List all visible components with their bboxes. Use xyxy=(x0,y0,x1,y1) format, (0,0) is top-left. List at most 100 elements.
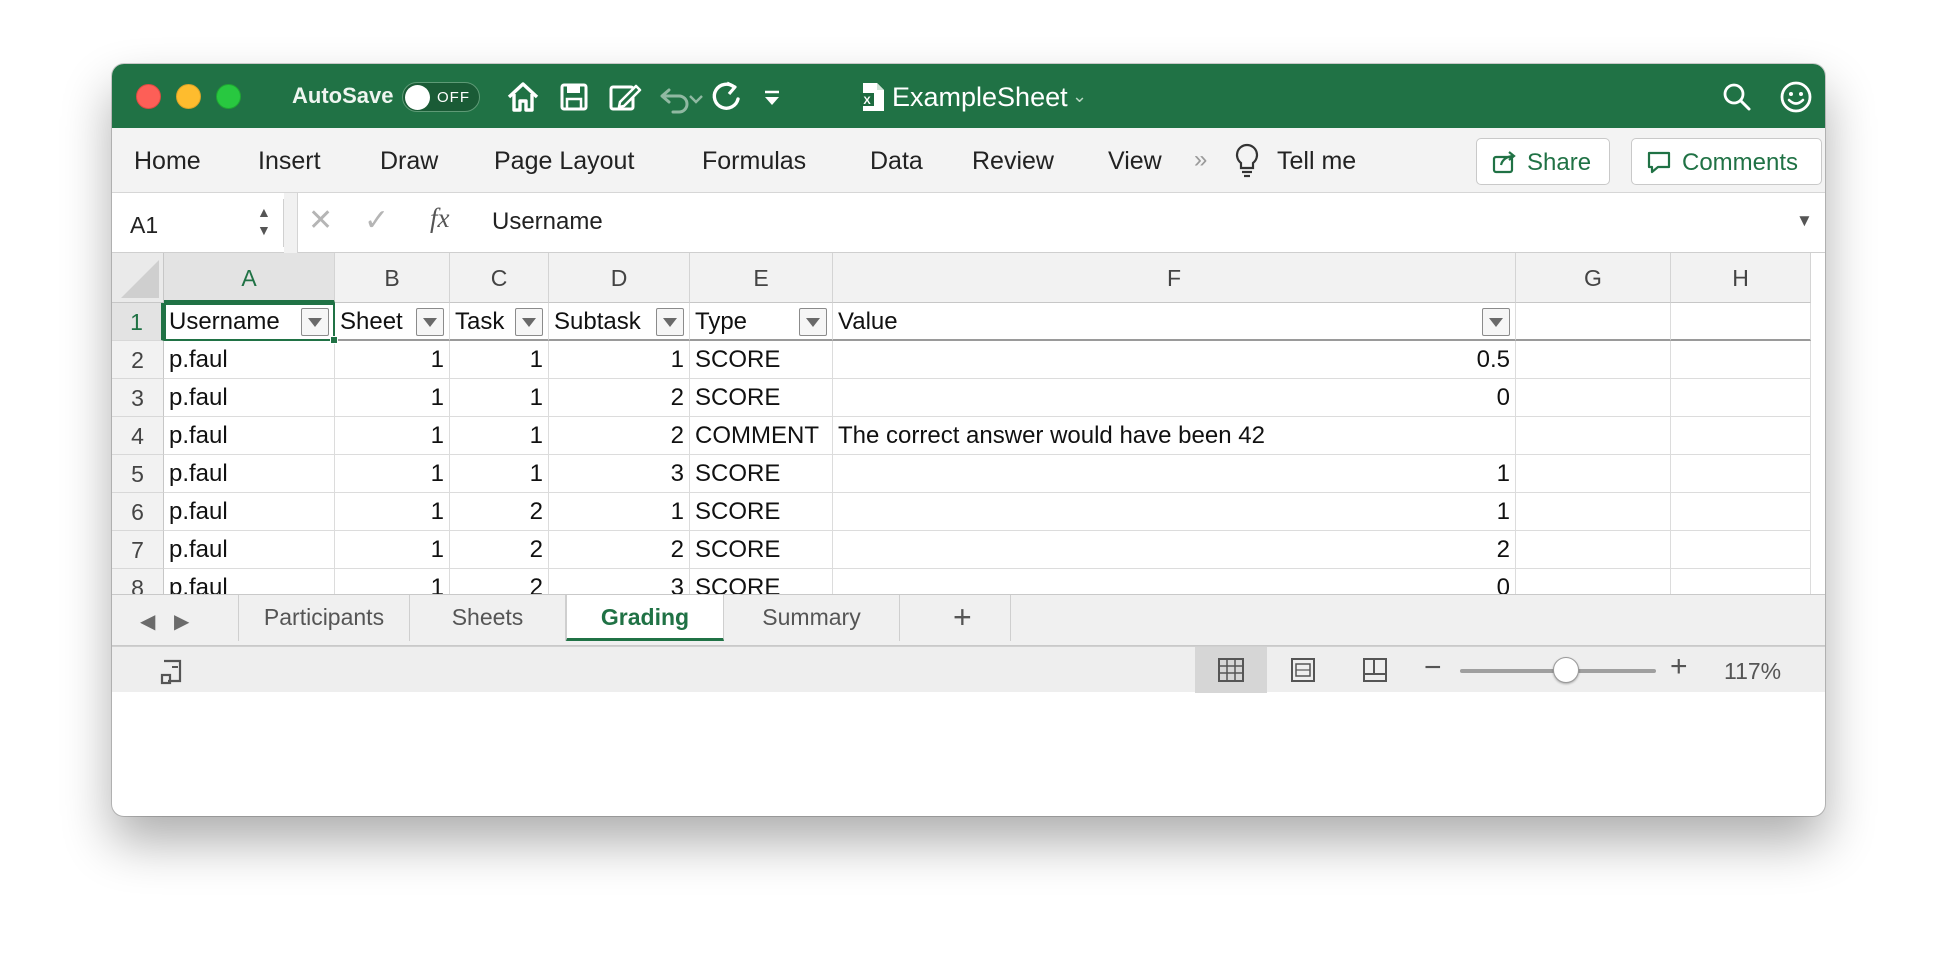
table-cell[interactable]: 0.5 xyxy=(833,341,1516,379)
empty-cell[interactable] xyxy=(1671,455,1811,493)
sheet-tab-grading[interactable]: Grading xyxy=(566,595,724,641)
column-header-b[interactable]: B xyxy=(335,253,450,303)
tab-insert[interactable]: Insert xyxy=(258,147,321,176)
empty-cell[interactable] xyxy=(1671,569,1811,594)
insert-function-icon[interactable]: fx xyxy=(430,203,450,234)
table-cell[interactable]: 1 xyxy=(335,417,450,455)
table-cell[interactable]: p.faul xyxy=(164,531,335,569)
customize-toolbar-icon[interactable] xyxy=(754,78,792,116)
table-cell[interactable]: 1 xyxy=(450,455,549,493)
empty-cell[interactable] xyxy=(1516,341,1671,379)
row-header-6[interactable]: 6 xyxy=(112,493,164,531)
column-header-g[interactable]: G xyxy=(1516,253,1671,303)
header-cell-subtask[interactable]: Subtask xyxy=(549,303,690,341)
empty-cell[interactable] xyxy=(1516,303,1671,341)
table-cell[interactable]: 2 xyxy=(549,531,690,569)
page-break-view-button[interactable] xyxy=(1339,647,1411,693)
table-cell[interactable]: SCORE xyxy=(690,379,833,417)
empty-cell[interactable] xyxy=(1516,569,1671,594)
table-cell[interactable]: 3 xyxy=(549,569,690,594)
table-cell[interactable]: p.faul xyxy=(164,379,335,417)
table-cell[interactable]: 0 xyxy=(833,379,1516,417)
document-title[interactable]: ExampleSheet xyxy=(892,82,1068,113)
name-box-stepper-icon[interactable]: ▲ ▼ xyxy=(257,203,271,239)
table-cell[interactable]: SCORE xyxy=(690,569,833,594)
table-cell[interactable]: SCORE xyxy=(690,531,833,569)
undo-dropdown-chevron-icon[interactable] xyxy=(687,78,705,116)
table-cell[interactable]: p.faul xyxy=(164,341,335,379)
table-cell[interactable]: p.faul xyxy=(164,455,335,493)
table-cell[interactable]: 1 xyxy=(335,379,450,417)
header-cell-task[interactable]: Task xyxy=(450,303,549,341)
table-cell[interactable]: 1 xyxy=(450,417,549,455)
table-cell[interactable]: 2 xyxy=(549,379,690,417)
fill-handle[interactable] xyxy=(330,336,338,344)
table-cell[interactable]: 1 xyxy=(450,341,549,379)
row-header-7[interactable]: 7 xyxy=(112,531,164,569)
table-cell[interactable]: 2 xyxy=(833,531,1516,569)
row-header-2[interactable]: 2 xyxy=(112,341,164,379)
zoom-in-button[interactable]: + xyxy=(1670,650,1688,684)
row-header-5[interactable]: 5 xyxy=(112,455,164,493)
filter-dropdown-icon[interactable] xyxy=(515,308,543,336)
tab-view[interactable]: View xyxy=(1108,147,1162,176)
empty-cell[interactable] xyxy=(1671,341,1811,379)
column-header-f[interactable]: F xyxy=(833,253,1516,303)
tab-formulas[interactable]: Formulas xyxy=(702,147,806,176)
more-tabs-chevron-icon[interactable]: » xyxy=(1194,146,1207,174)
table-cell[interactable]: 1 xyxy=(335,455,450,493)
confirm-check-icon[interactable]: ✓ xyxy=(364,203,389,238)
table-cell[interactable]: 2 xyxy=(549,417,690,455)
header-cell-type[interactable]: Type xyxy=(690,303,833,341)
sheet-tab-sheets[interactable]: Sheets xyxy=(410,595,566,641)
empty-cell[interactable] xyxy=(1516,379,1671,417)
header-cell-value[interactable]: Value xyxy=(833,303,1516,341)
table-cell[interactable]: SCORE xyxy=(690,455,833,493)
tab-data[interactable]: Data xyxy=(870,147,923,176)
minimize-window-button[interactable] xyxy=(176,84,201,109)
table-cell[interactable]: 1 xyxy=(335,341,450,379)
empty-cell[interactable] xyxy=(1671,417,1811,455)
zoom-percentage[interactable]: 117% xyxy=(1724,658,1781,685)
table-cell[interactable]: SCORE xyxy=(690,493,833,531)
row-header-1[interactable]: 1 xyxy=(112,303,164,341)
table-cell[interactable]: SCORE xyxy=(690,341,833,379)
sheet-tab-participants[interactable]: Participants xyxy=(238,595,410,641)
table-cell[interactable]: 2 xyxy=(450,569,549,594)
column-header-c[interactable]: C xyxy=(450,253,549,303)
tab-draw[interactable]: Draw xyxy=(380,147,438,176)
table-cell[interactable]: 1 xyxy=(549,341,690,379)
table-cell[interactable]: 1 xyxy=(450,379,549,417)
comments-button[interactable]: Comments xyxy=(1631,138,1822,185)
column-header-d[interactable]: D xyxy=(549,253,690,303)
smiley-feedback-icon[interactable] xyxy=(1777,78,1815,116)
empty-cell[interactable] xyxy=(1516,531,1671,569)
empty-cell[interactable] xyxy=(1671,379,1811,417)
empty-cell[interactable] xyxy=(1671,531,1811,569)
filter-dropdown-icon[interactable] xyxy=(656,308,684,336)
table-cell[interactable]: 1 xyxy=(335,531,450,569)
tab-review[interactable]: Review xyxy=(972,147,1054,176)
tab-page-layout[interactable]: Page Layout xyxy=(494,147,634,176)
home-icon[interactable] xyxy=(504,78,542,116)
formula-input[interactable]: Username xyxy=(492,208,603,236)
table-cell[interactable]: The correct answer would have been 42 xyxy=(833,417,1516,455)
table-cell[interactable]: 2 xyxy=(450,493,549,531)
table-cell[interactable]: 1 xyxy=(833,493,1516,531)
previous-sheet-arrow-icon[interactable]: ◀ xyxy=(140,609,155,634)
empty-cell[interactable] xyxy=(1516,493,1671,531)
row-header-4[interactable]: 4 xyxy=(112,417,164,455)
table-cell[interactable]: p.faul xyxy=(164,417,335,455)
filter-dropdown-icon[interactable] xyxy=(799,308,827,336)
table-cell[interactable]: 3 xyxy=(549,455,690,493)
sheet-tab-summary[interactable]: Summary xyxy=(724,595,900,641)
page-layout-view-button[interactable] xyxy=(1267,647,1339,693)
empty-cell[interactable] xyxy=(1516,417,1671,455)
select-all-corner[interactable] xyxy=(112,253,164,303)
row-header-3[interactable]: 3 xyxy=(112,379,164,417)
table-cell[interactable]: 1 xyxy=(549,493,690,531)
tell-me-search[interactable]: Tell me xyxy=(1277,147,1356,176)
spreadsheet-grid[interactable]: ABCDEFGH1234567891011UsernameSheetTaskSu… xyxy=(112,253,1825,594)
share-button[interactable]: Share xyxy=(1476,138,1610,185)
table-cell[interactable]: p.faul xyxy=(164,493,335,531)
